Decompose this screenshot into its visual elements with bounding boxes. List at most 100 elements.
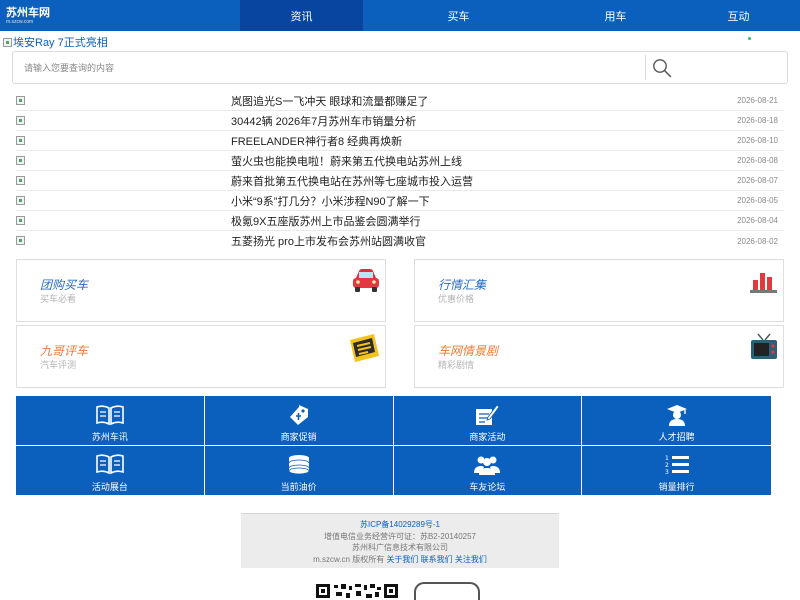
card-title: 行情汇集 bbox=[438, 278, 487, 292]
nav-tab-interact[interactable]: 互动 bbox=[677, 0, 800, 31]
news-title[interactable]: 萤火虫也能换电啦！蔚来第五代换电站苏州上线 bbox=[231, 153, 462, 169]
svg-text:2: 2 bbox=[665, 462, 669, 469]
grid-item-label: 苏州车讯 bbox=[91, 432, 128, 442]
svg-text:1: 1 bbox=[665, 455, 669, 462]
banner-alt-text: 埃安Ray 7正式亮相 bbox=[13, 37, 108, 49]
news-item[interactable]: 蔚来首批第五代换电站在苏州等七座城市投入运营 2026-08-07 bbox=[16, 171, 784, 191]
card-drama[interactable]: 车网情景剧 精彩剧情 bbox=[414, 325, 784, 388]
grid-item-label: 人才招聘 bbox=[658, 432, 695, 442]
ranked-list-icon: 1 2 3 bbox=[665, 455, 689, 475]
news-date: 2026-08-02 bbox=[737, 236, 778, 246]
grid-item-oil-price[interactable]: 当前油价 bbox=[205, 445, 394, 495]
graduate-icon bbox=[666, 404, 687, 426]
grid-item-news[interactable]: 苏州车讯 bbox=[16, 396, 205, 446]
tv-icon bbox=[751, 333, 777, 359]
coins-icon bbox=[288, 455, 310, 475]
contact-link[interactable]: 联系我们 bbox=[421, 555, 453, 564]
feature-grid: 苏州车讯 商家促销 商家活动 人才招聘 活动展台 当前油价 车友论坛 1 2 3… bbox=[16, 396, 771, 495]
footer: 苏ICP备14029289号-1 增值电信业务经营许可证：苏B2-2014025… bbox=[241, 513, 559, 568]
card-title: 车网情景剧 bbox=[438, 344, 499, 358]
book-icon bbox=[96, 454, 124, 475]
news-date: 2026-08-07 bbox=[737, 176, 778, 185]
grid-item-jobs[interactable]: 人才招聘 bbox=[582, 396, 771, 446]
status-dot bbox=[748, 37, 751, 40]
news-date: 2026-08-04 bbox=[737, 216, 778, 225]
card-group-buy[interactable]: 团购买车 买车必看 bbox=[16, 259, 386, 322]
copyright-text: m.szcw.cn 版权所有 bbox=[313, 554, 385, 564]
search-bar bbox=[12, 51, 788, 84]
bar-chart-icon bbox=[750, 273, 777, 293]
broken-image-icon bbox=[16, 196, 25, 205]
qr-code-icon bbox=[316, 584, 398, 598]
news-item[interactable]: 五菱扬光 pro上市发布会苏州站圆满收官 2026-08-02 bbox=[16, 231, 784, 251]
news-title[interactable]: 蔚来首批第五代换电站在苏州等七座城市投入运营 bbox=[231, 173, 473, 189]
broken-image-icon bbox=[16, 216, 25, 225]
news-date: 2026-08-10 bbox=[737, 136, 778, 145]
grid-item-forum[interactable]: 车友论坛 bbox=[394, 445, 583, 495]
news-item[interactable]: 萤火虫也能换电啦！蔚来第五代换电站苏州上线 2026-08-08 bbox=[16, 151, 784, 171]
news-title[interactable]: 30442辆 2026年7月苏州车市销量分析 bbox=[231, 113, 416, 129]
icp-link[interactable]: 苏ICP备14029289号-1 bbox=[360, 520, 440, 529]
edit-doc-icon bbox=[476, 403, 500, 425]
follow-link[interactable]: 关注我们 bbox=[455, 555, 487, 564]
car-icon bbox=[353, 269, 379, 292]
card-review[interactable]: 九哥评车 汽车评测 bbox=[16, 325, 386, 388]
logo[interactable]: 苏州车网 m.szcw.com bbox=[0, 0, 240, 31]
card-subtitle: 精彩剧情 bbox=[438, 360, 475, 370]
broken-image-icon bbox=[16, 96, 25, 105]
mini-program-code-icon bbox=[414, 582, 480, 600]
news-item[interactable]: 岚图追光S一飞冲天 眼球和流量都赚足了 2026-08-21 bbox=[16, 91, 784, 111]
news-title[interactable]: FREELANDER神行者8 经典再焕新 bbox=[231, 133, 402, 149]
news-date: 2026-08-05 bbox=[737, 196, 778, 205]
review-badge-icon bbox=[350, 334, 379, 362]
broken-image-icon bbox=[16, 176, 25, 185]
broken-image-icon bbox=[16, 236, 25, 245]
news-date: 2026-08-18 bbox=[737, 116, 778, 125]
nav-tab-buy-car[interactable]: 买车 bbox=[363, 0, 554, 31]
grid-item-exhibition[interactable]: 活动展台 bbox=[16, 445, 205, 495]
grid-item-label: 活动展台 bbox=[91, 481, 128, 492]
broken-image-icon bbox=[16, 156, 25, 165]
card-title: 九哥评车 bbox=[40, 344, 89, 358]
company-text: 苏州科广信息技术有限公司 bbox=[352, 543, 448, 552]
card-market[interactable]: 行情汇集 优惠价格 bbox=[414, 259, 784, 322]
news-title[interactable]: 五菱扬光 pro上市发布会苏州站圆满收官 bbox=[231, 233, 426, 249]
top-nav: 苏州车网 m.szcw.com 资讯 买车 用车 互动 bbox=[0, 0, 800, 31]
nav-tab-news[interactable]: 资讯 bbox=[240, 0, 363, 31]
news-item[interactable]: FREELANDER神行者8 经典再焕新 2026-08-10 bbox=[16, 131, 784, 151]
grid-item-label: 商家促销 bbox=[280, 432, 317, 442]
search-button[interactable] bbox=[646, 52, 787, 83]
news-item[interactable]: 极氪9X五座版苏州上市品鉴会圆满举行 2026-08-04 bbox=[16, 211, 784, 231]
grid-item-sales-ranking[interactable]: 1 2 3 销量排行 bbox=[582, 446, 771, 496]
book-icon bbox=[96, 404, 124, 425]
search-input[interactable] bbox=[13, 52, 645, 83]
news-date: 2026-08-21 bbox=[737, 96, 778, 105]
svg-text:3: 3 bbox=[665, 469, 669, 475]
grid-item-label: 车友论坛 bbox=[469, 481, 506, 492]
news-item[interactable]: 小米“9系”打几分？小米涉程N90了解一下 2026-08-05 bbox=[16, 191, 784, 211]
nav-tab-use-car[interactable]: 用车 bbox=[554, 0, 677, 31]
card-subtitle: 买车必看 bbox=[40, 294, 77, 304]
grid-item-label: 商家活动 bbox=[469, 432, 506, 442]
grid-item-events[interactable]: 商家活动 bbox=[393, 396, 583, 446]
news-title[interactable]: 岚图追光S一飞冲天 眼球和流量都赚足了 bbox=[231, 93, 428, 109]
news-date: 2026-08-08 bbox=[737, 156, 778, 165]
about-link[interactable]: 关于我们 bbox=[386, 555, 418, 564]
grid-item-label: 当前油价 bbox=[280, 481, 317, 492]
news-title[interactable]: 小米“9系”打几分？小米涉程N90了解一下 bbox=[231, 193, 430, 209]
logo-text: 苏州车网 bbox=[6, 6, 50, 19]
grid-item-promotion[interactable]: 商家促销 bbox=[204, 396, 394, 446]
banner-link[interactable]: 埃安Ray 7正式亮相 bbox=[3, 34, 108, 50]
tag-icon bbox=[289, 404, 308, 425]
logo-subtext: m.szcw.com bbox=[6, 18, 34, 25]
search-icon bbox=[653, 58, 672, 77]
news-item[interactable]: 30442辆 2026年7月苏州车市销量分析 2026-08-18 bbox=[16, 111, 784, 131]
news-title[interactable]: 极氪9X五座版苏州上市品鉴会圆满举行 bbox=[231, 213, 420, 229]
card-subtitle: 优惠价格 bbox=[438, 294, 475, 304]
card-title: 团购买车 bbox=[40, 278, 89, 292]
broken-image-icon bbox=[3, 37, 12, 47]
grid-item-label: 销量排行 bbox=[658, 481, 695, 492]
card-subtitle: 汽车评测 bbox=[40, 360, 77, 370]
license-text: 增值电信业务经营许可证：苏B2-20140257 bbox=[323, 531, 477, 541]
users-icon bbox=[474, 456, 501, 475]
